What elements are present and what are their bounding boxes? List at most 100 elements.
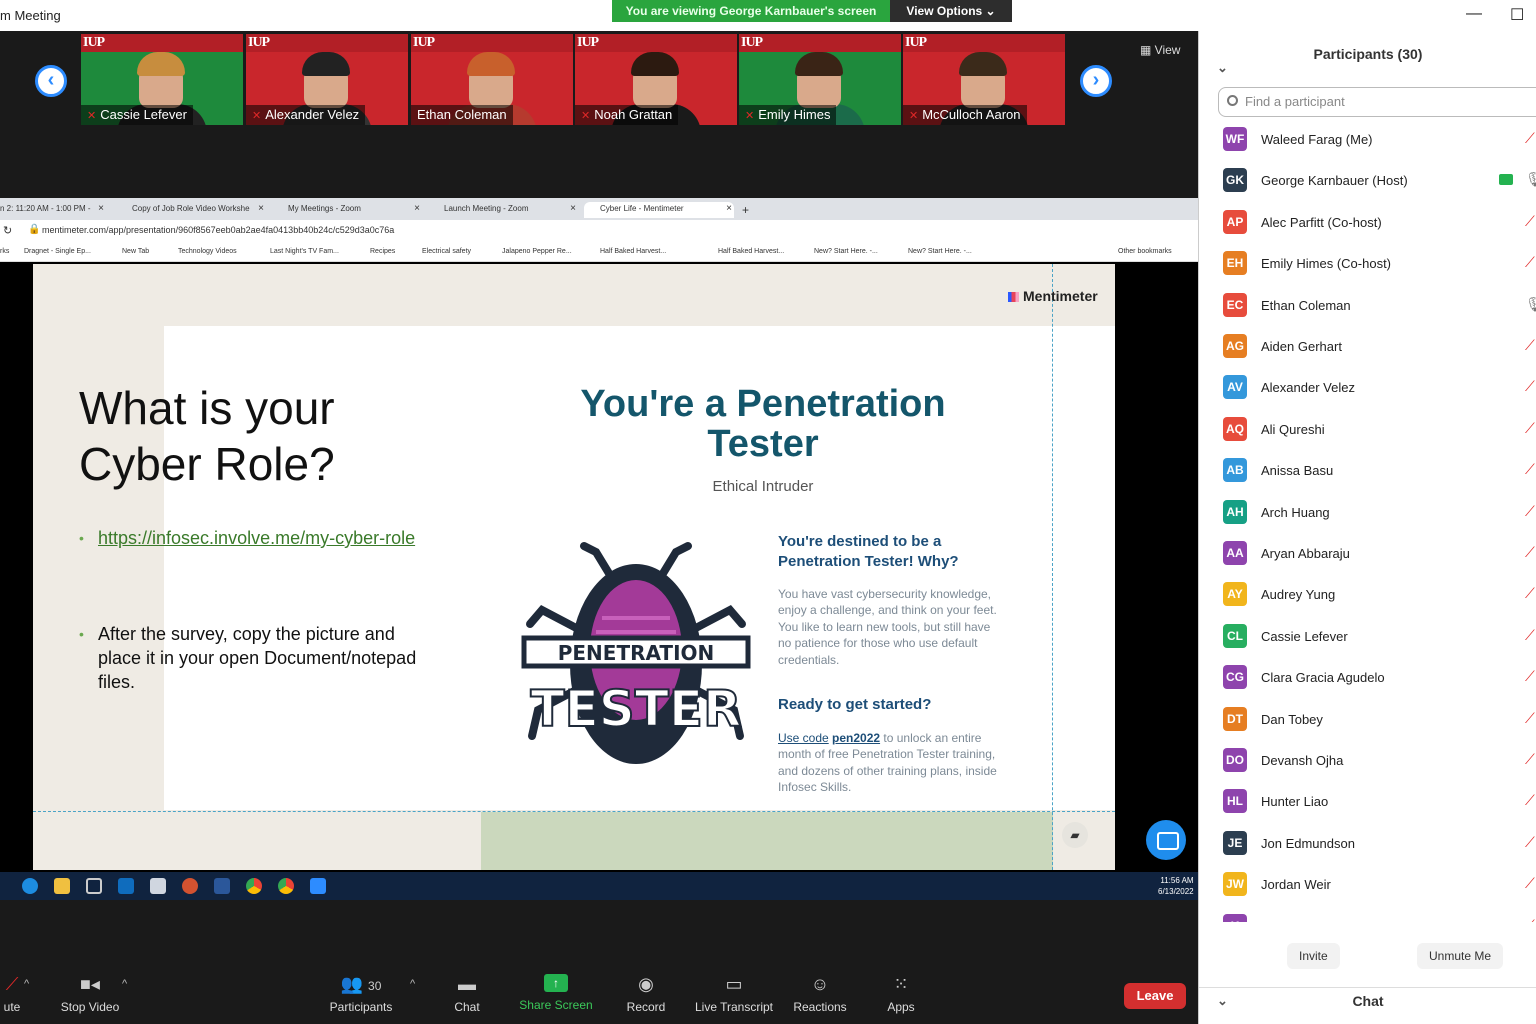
participants-button[interactable]: 👥 30 Participants	[326, 974, 396, 1014]
invite-button[interactable]: Invite	[1287, 943, 1340, 969]
bookmark-item[interactable]: New? Start Here. -...	[814, 248, 878, 255]
mic-off-icon[interactable]: ⟋	[1525, 544, 1535, 561]
participant-row[interactable]: DO Devansh Ojha ⟋	[1199, 741, 1536, 782]
browser-tab[interactable]: Launch Meeting - Zoom ×	[428, 202, 578, 218]
mic-off-icon[interactable]: ⟋	[1525, 130, 1535, 147]
gallery-next-button[interactable]: ›	[1080, 65, 1112, 97]
chat-button[interactable]: ▬ Chat	[448, 974, 486, 1014]
chat-panel-header[interactable]: ⌄ Chat	[1199, 987, 1536, 1024]
maximize-button[interactable]: ☐	[1510, 5, 1524, 25]
mic-off-icon[interactable]: ⟋	[1525, 585, 1535, 602]
chevron-down-icon[interactable]: ⌄	[1217, 988, 1228, 1014]
app-icon[interactable]	[150, 878, 166, 894]
mic-off-icon[interactable]: ⟋	[1525, 751, 1535, 768]
chevron-up-icon[interactable]: ^	[410, 978, 415, 990]
bookmark-item[interactable]: Electrical safety	[422, 248, 471, 255]
participant-row[interactable]: EH Emily Himes (Co-host) ⟋	[1199, 244, 1536, 285]
video-tile[interactable]: IUP ✕ Alexander Velez	[246, 34, 408, 125]
browser-tab[interactable]: My Meetings - Zoom ×	[272, 202, 422, 218]
mic-off-icon[interactable]: ⟋	[1525, 337, 1535, 354]
mute-button[interactable]: ⟋ ute	[0, 974, 24, 1014]
participant-search-input[interactable]: Find a participant	[1218, 87, 1536, 117]
bookmark-item[interactable]: New Tab	[122, 248, 149, 255]
mic-off-icon[interactable]: ⟋	[1525, 710, 1535, 727]
close-icon[interactable]: ×	[726, 202, 732, 216]
unmute-me-button[interactable]: Unmute Me	[1417, 943, 1504, 969]
participant-row[interactable]: AY Audrey Yung ⟋	[1199, 575, 1536, 616]
close-icon[interactable]: ×	[570, 202, 576, 216]
participant-row[interactable]: K⟋	[1199, 907, 1536, 922]
bookmark-item[interactable]: Last Night's TV Fam...	[270, 248, 339, 255]
participant-row[interactable]: CL Cassie Lefever ⟋	[1199, 617, 1536, 658]
bookmark-item[interactable]: rks	[0, 248, 9, 255]
mic-off-icon[interactable]: ⟋	[1525, 378, 1535, 395]
participant-row[interactable]: AV Alexander Velez ⟋	[1199, 368, 1536, 409]
mic-off-icon[interactable]: ⟋	[1525, 834, 1535, 851]
bookmark-item[interactable]: Recipes	[370, 248, 395, 255]
mic-off-icon[interactable]: ⟋	[1525, 420, 1535, 437]
bookmark-item[interactable]: Technology Videos	[178, 248, 237, 255]
video-tile[interactable]: IUP ✕ Noah Grattan	[575, 34, 737, 125]
reactions-button[interactable]: ☺ Reactions	[792, 974, 848, 1014]
mic-icon[interactable]: 🎙	[1525, 171, 1536, 188]
participant-row[interactable]: CG Clara Gracia Agudelo ⟋	[1199, 658, 1536, 699]
view-options-button[interactable]: View Options ⌄	[890, 0, 1012, 22]
chrome-icon[interactable]	[278, 878, 294, 894]
record-button[interactable]: ◉ Record	[624, 974, 668, 1014]
mic-off-icon[interactable]: ⟋	[1525, 668, 1535, 685]
outlook-icon[interactable]	[118, 878, 134, 894]
chat-widget-icon[interactable]	[1146, 820, 1186, 860]
bookmark-item[interactable]: New? Start Here. -...	[908, 248, 972, 255]
participant-row[interactable]: GK George Karnbauer (Host) 🎙	[1199, 161, 1536, 202]
mic-off-icon[interactable]: ⟋	[1525, 917, 1535, 922]
live-transcript-button[interactable]: ▭ Live Transcript	[694, 974, 774, 1014]
participant-row[interactable]: AB Anissa Basu ⟋	[1199, 451, 1536, 492]
participant-row[interactable]: DT Dan Tobey ⟋	[1199, 700, 1536, 741]
view-button[interactable]: ▦ View	[1140, 43, 1180, 57]
close-icon[interactable]: ×	[414, 202, 420, 216]
participant-row[interactable]: AA Aryan Abbaraju ⟋	[1199, 534, 1536, 575]
mic-off-icon[interactable]: ⟋	[1525, 503, 1535, 520]
video-tile[interactable]: IUP ✕ Cassie Lefever	[81, 34, 243, 125]
gallery-prev-button[interactable]: ‹	[35, 65, 67, 97]
mic-icon[interactable]: 🎙	[1525, 296, 1536, 313]
mic-off-icon[interactable]: ⟋	[1525, 254, 1535, 271]
powerpoint-icon[interactable]	[182, 878, 198, 894]
video-tile[interactable]: IUP ✕ McCulloch Aaron	[903, 34, 1065, 125]
video-tile[interactable]: IUP Ethan Coleman	[411, 34, 573, 125]
chevron-up-icon[interactable]: ^	[24, 978, 29, 990]
settings-icon[interactable]	[86, 878, 102, 894]
chevron-up-icon[interactable]: ^	[122, 978, 127, 990]
zoom-icon[interactable]	[310, 878, 326, 894]
participant-row[interactable]: AP Alec Parfitt (Co-host) ⟋	[1199, 203, 1536, 244]
file-explorer-icon[interactable]	[54, 878, 70, 894]
comments-icon[interactable]: ▰	[1062, 822, 1088, 848]
mic-off-icon[interactable]: ⟋	[1525, 461, 1535, 478]
mic-off-icon[interactable]: ⟋	[1525, 875, 1535, 892]
participant-row[interactable]: AQ Ali Qureshi ⟋	[1199, 410, 1536, 451]
stop-video-button[interactable]: ■◂ Stop Video	[56, 974, 124, 1014]
chrome-icon[interactable]	[246, 878, 262, 894]
apps-button[interactable]: ⁙ Apps	[884, 974, 918, 1014]
browser-tab[interactable]: Copy of Job Role Video Workshe ×	[116, 202, 266, 218]
participant-row[interactable]: JW Jordan Weir ⟋	[1199, 865, 1536, 906]
participant-row[interactable]: AG Aiden Gerhart ⟋	[1199, 327, 1536, 368]
chevron-down-icon[interactable]: ⌄	[1217, 45, 1228, 91]
share-screen-button[interactable]: ↑ Share Screen	[518, 974, 594, 1012]
minimize-button[interactable]: —	[1466, 5, 1482, 23]
bookmark-item[interactable]: Dragnet - Single Ep...	[24, 248, 91, 255]
bookmark-item[interactable]: Half Baked Harvest...	[600, 248, 666, 255]
survey-link[interactable]: https://infosec.involve.me/my-cyber-role	[98, 528, 415, 548]
bookmark-item[interactable]: Other bookmarks	[1118, 248, 1172, 255]
close-icon[interactable]: ×	[98, 202, 104, 216]
address-bar[interactable]: ↻ 🔒 mentimeter.com/app/presentation/960f…	[0, 220, 1198, 242]
reload-icon[interactable]: ↻	[3, 224, 12, 237]
bookmark-item[interactable]: Half Baked Harvest...	[718, 248, 784, 255]
mic-off-icon[interactable]: ⟋	[1525, 213, 1535, 230]
participant-row[interactable]: HL Hunter Liao ⟋	[1199, 782, 1536, 823]
video-tile[interactable]: IUP ✕ Emily Himes	[739, 34, 901, 125]
participant-row[interactable]: AH Arch Huang ⟋	[1199, 493, 1536, 534]
leave-button[interactable]: Leave	[1124, 983, 1186, 1009]
participant-row[interactable]: EC Ethan Coleman 🎙	[1199, 286, 1536, 327]
mic-off-icon[interactable]: ⟋	[1525, 627, 1535, 644]
